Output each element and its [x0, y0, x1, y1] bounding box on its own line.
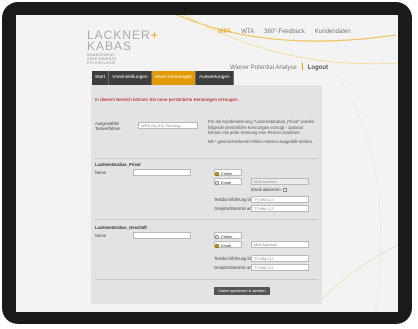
- logo-plus-mark: +: [150, 28, 159, 42]
- name-input-privat[interactable]: [133, 169, 191, 176]
- checkbox-label: Email aktivieren: [251, 187, 281, 192]
- mail-input-privat[interactable]: Mail Adresse: [251, 178, 309, 185]
- logo-subtitle: MANAGEMENT ASSESSMENTS PSYCHOLOGIE: [87, 53, 117, 65]
- date1-label: Testdurchführung bis: [214, 197, 253, 202]
- date1-input-geschaeft[interactable]: TT.MM.JJJ: [251, 255, 309, 262]
- topnav-item-wta[interactable]: WTA: [241, 29, 254, 35]
- main-form-panel: In diesem Bereich können Sie neue persön…: [91, 85, 322, 304]
- radio-father-geschaeft[interactable]: Father: [214, 232, 242, 239]
- tab-bar: Start Voreinstellungen Neue Kennungen Au…: [92, 71, 234, 85]
- separator: [301, 63, 303, 70]
- notice-text: In diesem Bereich können Sie neue persön…: [95, 97, 239, 102]
- radio-dot: [215, 172, 219, 176]
- divider: [95, 219, 318, 220]
- divider: [95, 158, 318, 159]
- topnav-item-kundendaten[interactable]: Kundendaten: [315, 29, 351, 35]
- tab-auswertungen[interactable]: Auswertungen: [195, 71, 234, 85]
- logo-text-bottom: KABAS: [87, 39, 133, 53]
- section-title-geschaeft: Lackner&Kabas_Geschäft: [95, 225, 147, 230]
- date2-label: Gesprächstermin am: [214, 206, 253, 211]
- logout-link[interactable]: Logout: [308, 65, 328, 71]
- date1-label: Testdurchführung bis: [214, 256, 253, 261]
- radio-father-privat[interactable]: Father: [214, 169, 242, 176]
- radio-email-privat[interactable]: Email: [214, 178, 242, 185]
- save-and-send-button[interactable]: Daten speichern & senden: [214, 287, 270, 295]
- tab-voreinstellungen[interactable]: Voreinstellungen: [109, 71, 152, 85]
- section-bar: Wiener Potential Analyse Logout: [230, 63, 328, 71]
- name-label: Name: [95, 170, 107, 175]
- radio-dot: [215, 235, 219, 239]
- help-text: Für die Kundenkennung "Lackner&Kabas_Pri…: [208, 119, 315, 135]
- test-label-line: Testverfahren: [95, 126, 121, 131]
- radio-label: Father: [221, 171, 233, 176]
- logo-sub-line: PSYCHOLOGIE: [87, 61, 116, 65]
- browser-viewport: LACKNER+ KABAS MANAGEMENT ASSESSMENTS PS…: [16, 15, 398, 312]
- mail-input-geschaeft[interactable]: Mail Adresse: [251, 241, 309, 248]
- tab-start[interactable]: Start: [92, 71, 110, 85]
- radio-email-geschaeft[interactable]: Email: [214, 241, 242, 248]
- test-select[interactable]: WPA 15 (3.0) Führung: [138, 122, 198, 129]
- topnav-item-wpa[interactable]: WPA: [218, 29, 231, 35]
- date2-label: Gesprächstermin am: [214, 265, 253, 270]
- radio-label: Father: [221, 234, 233, 239]
- section-title-privat: Lackner&Kabas_Privat: [95, 162, 141, 167]
- topnav-item-360-feedback[interactable]: 360°-Feedback: [264, 29, 305, 35]
- divider: [95, 279, 318, 280]
- device-frame: LACKNER+ KABAS MANAGEMENT ASSESSMENTS PS…: [2, 2, 412, 324]
- radio-label: Email: [221, 243, 232, 248]
- radio-dot: [215, 244, 219, 248]
- lackner-kabas-logo[interactable]: LACKNER+ KABAS MANAGEMENT ASSESSMENTS PS…: [87, 29, 167, 69]
- top-navigation: WPA WTA 360°-Feedback Kundendaten: [218, 29, 351, 35]
- test-label: Ausgewählte Testverfahren: [95, 121, 120, 131]
- date2-input-geschaeft[interactable]: TT.MM.JJJ: [251, 264, 309, 271]
- date1-input-privat[interactable]: TT.MM.JJJ: [251, 196, 309, 203]
- email-activate-label[interactable]: Email aktivieren: [251, 187, 287, 192]
- date2-input-privat[interactable]: TT.MM.JJJ: [251, 205, 309, 212]
- name-label: Name: [95, 233, 107, 238]
- name-input-geschaeft[interactable]: [133, 232, 191, 239]
- radio-dot: [215, 181, 219, 185]
- email-activate-checkbox[interactable]: [282, 188, 287, 192]
- section-title: Wiener Potential Analyse: [229, 65, 297, 71]
- radio-label: Email: [221, 180, 232, 185]
- required-hint: Mit * gekennzeichnete Felder müssen ausg…: [208, 139, 314, 144]
- tab-neue-kennungen[interactable]: Neue Kennungen: [151, 71, 196, 85]
